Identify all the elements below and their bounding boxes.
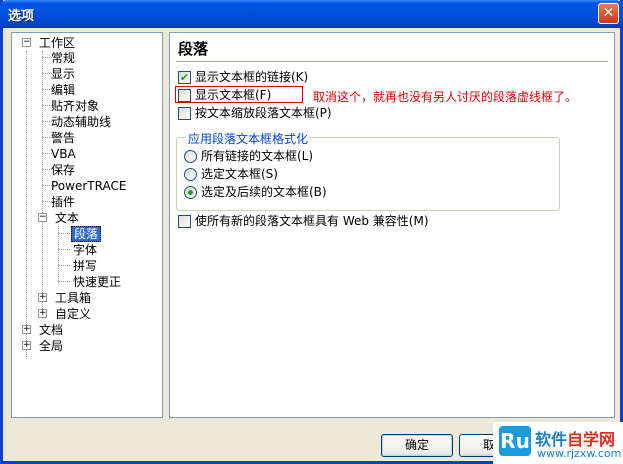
tree-item-workspace[interactable]: − 工作区	[17, 35, 157, 51]
tree-item-general[interactable]: 常规	[49, 50, 149, 66]
tree-item-snap[interactable]: 贴齐对象	[49, 98, 149, 114]
tree-line	[58, 281, 70, 282]
ok-button[interactable]: 确定	[381, 434, 453, 457]
tree-line	[26, 51, 27, 357]
tree-item-customize[interactable]: + 自定义	[33, 306, 153, 322]
radio-icon[interactable]	[184, 150, 197, 163]
checkbox-icon[interactable]	[178, 89, 191, 102]
tree-line	[58, 265, 70, 266]
tree-line	[58, 226, 59, 283]
title-bar[interactable]: 选项 ✕	[0, 0, 623, 28]
tree-item-spelling[interactable]: 拼写	[71, 258, 151, 274]
tree-item-paragraph[interactable]: 段落	[71, 226, 151, 242]
tree-item-edit[interactable]: 编辑	[49, 82, 149, 98]
tree-line	[42, 51, 43, 315]
tree-item-vba[interactable]: VBA	[49, 146, 149, 162]
close-button[interactable]: ✕	[598, 3, 619, 24]
tree-item-warnings[interactable]: 警告	[49, 130, 149, 146]
tree-item-font[interactable]: 字体	[71, 242, 151, 258]
tree-item-plugins[interactable]: 插件	[49, 194, 149, 210]
tree-item-save[interactable]: 保存	[49, 162, 149, 178]
tree-item-text[interactable]: − 文本	[33, 210, 153, 226]
tree-item-document[interactable]: + 文档	[17, 322, 157, 338]
options-dialog: 选项 ✕ − 工作区 常规 显示 编辑 贴齐对象 动态辅助线 警告 VBA 保存…	[0, 0, 623, 464]
group-title: 应用段落文本框格式化	[186, 130, 311, 147]
checkbox-icon[interactable]	[178, 107, 191, 120]
expand-icon[interactable]: +	[38, 293, 47, 302]
collapse-icon[interactable]: −	[22, 38, 31, 47]
title-divider	[176, 61, 608, 62]
page-title: 段落	[178, 40, 209, 58]
collapse-icon[interactable]: −	[38, 213, 47, 222]
tree-item-powertrace[interactable]: PowerTRACE	[49, 178, 159, 194]
expand-icon[interactable]: +	[22, 341, 31, 350]
checkbox-checked-icon[interactable]: ✔	[178, 71, 191, 84]
expand-icon[interactable]: +	[22, 325, 31, 334]
tree-item-toolbox[interactable]: + 工具箱	[33, 290, 153, 306]
tree-line	[58, 249, 70, 250]
category-tree: − 工作区 常规 显示 编辑 贴齐对象 动态辅助线 警告 VBA 保存 Powe…	[11, 32, 163, 418]
format-group: 应用段落文本框格式化 所有链接的文本框(L) 选定文本框(S) 选定及后续的文本…	[176, 130, 560, 211]
watermark-url: www.rjzxw.com	[537, 447, 622, 460]
checkbox-icon[interactable]	[178, 215, 191, 228]
radio-icon[interactable]	[184, 168, 197, 181]
annotation-note: 取消这个，就再也没有另人讨厌的段落虚线框了。	[313, 90, 578, 104]
site-watermark: Ru 软件自学网 www.rjzxw.com	[493, 422, 623, 464]
watermark-logo: Ru	[499, 426, 531, 456]
tree-item-display[interactable]: 显示	[49, 66, 149, 82]
radio-selected-icon[interactable]	[184, 186, 197, 199]
tree-line	[58, 233, 70, 234]
dialog-title: 选项	[8, 9, 35, 24]
tree-item-quickcorrect[interactable]: 快速更正	[71, 274, 151, 290]
expand-icon[interactable]: +	[38, 309, 47, 318]
close-icon: ✕	[602, 5, 615, 21]
tree-item-global[interactable]: + 全局	[17, 338, 157, 354]
settings-panel: 段落 ✔ 显示文本框的链接(K) 显示文本框(F) 取消这个，就再也没有另人讨厌…	[169, 32, 615, 418]
tree-item-dynamic-guides[interactable]: 动态辅助线	[49, 114, 149, 130]
